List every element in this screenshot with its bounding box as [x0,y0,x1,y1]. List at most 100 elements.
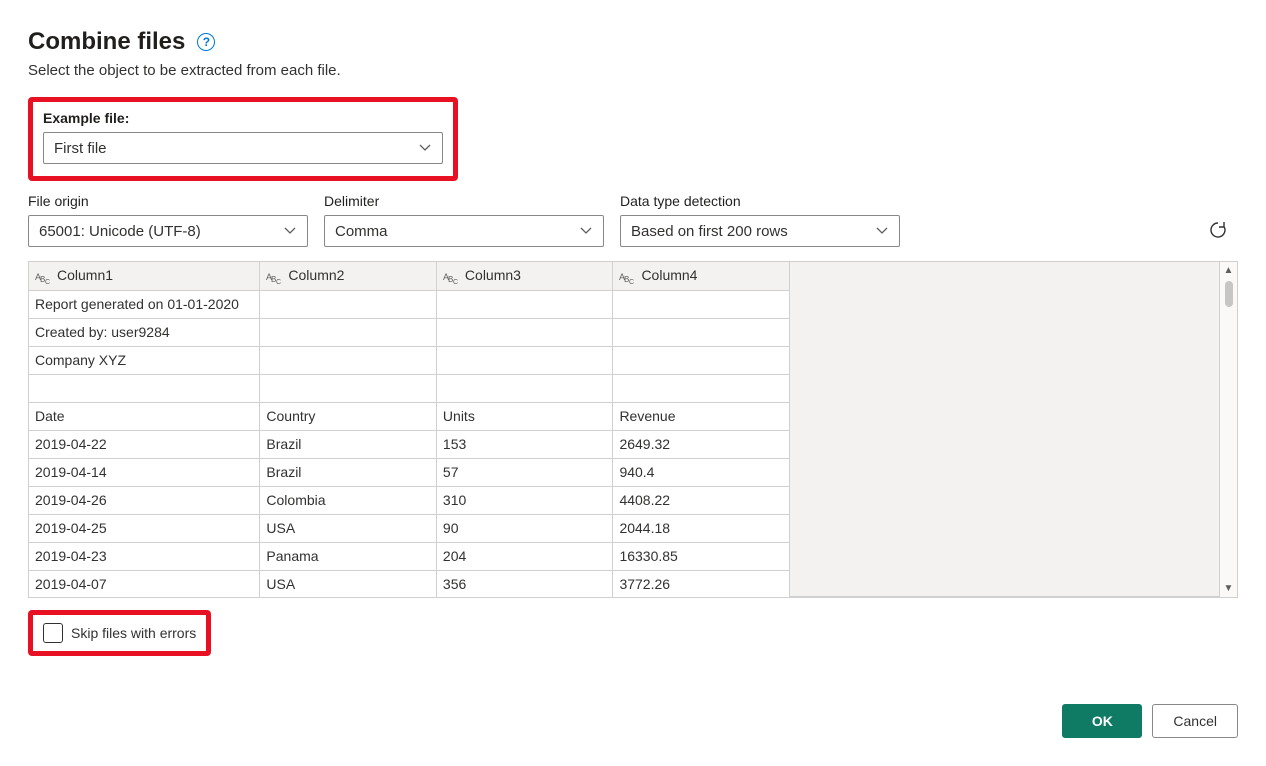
table-cell: 310 [436,486,613,514]
skip-errors-checkbox[interactable] [43,623,63,643]
table-row[interactable]: 2019-04-26Colombia3104408.22 [29,486,790,514]
table-cell: Panama [260,542,437,570]
text-type-icon: ABC [443,268,459,284]
cancel-button[interactable]: Cancel [1152,704,1238,738]
subtitle: Select the object to be extracted from e… [28,62,1238,79]
table-cell: Company XYZ [29,346,260,374]
table-cell: Units [436,402,613,430]
column-header[interactable]: ABC Column4 [613,262,790,290]
vertical-scrollbar[interactable]: ▲ ▼ [1219,262,1237,597]
table-row[interactable]: 2019-04-07USA3563772.26 [29,570,790,597]
table-cell: 356 [436,570,613,597]
table-row[interactable]: 2019-04-23Panama20416330.85 [29,542,790,570]
table-cell: Colombia [260,486,437,514]
table-cell: 940.4 [613,458,790,486]
table-row[interactable]: 2019-04-22Brazil1532649.32 [29,430,790,458]
table-row[interactable]: Created by: user9284 [29,318,790,346]
chevron-down-icon [875,224,889,238]
table-cell: 153 [436,430,613,458]
file-origin-select[interactable]: 65001: Unicode (UTF-8) [28,215,308,247]
page-title: Combine files [28,28,185,56]
table-row[interactable]: DateCountryUnitsRevenue [29,402,790,430]
preview-table: ABC Column1 ABC Column2 ABC Column3 ABC Column4… [29,262,790,597]
refresh-icon[interactable] [1208,220,1228,240]
table-cell: 2044.18 [613,514,790,542]
table-cell [436,290,613,318]
table-row[interactable] [29,374,790,402]
header-filler [790,262,1219,597]
scroll-down-icon[interactable]: ▼ [1224,580,1234,597]
table-cell: 2019-04-14 [29,458,260,486]
table-cell: Date [29,402,260,430]
column-header[interactable]: ABC Column1 [29,262,260,290]
table-cell [613,346,790,374]
datatype-label: Data type detection [620,193,900,209]
skip-errors-highlight: Skip files with errors [28,610,211,656]
table-cell: 2019-04-07 [29,570,260,597]
column-header-label: Column3 [465,267,521,283]
table-cell [29,374,260,402]
preview-table-wrap: ABC Column1 ABC Column2 ABC Column3 ABC Column4… [28,261,1238,598]
table-cell [436,374,613,402]
column-header-label: Column1 [57,267,113,283]
column-header-label: Column2 [288,267,344,283]
example-file-select[interactable]: First file [43,132,443,164]
text-type-icon: ABC [35,268,51,284]
delimiter-value: Comma [335,223,388,240]
table-cell: 2019-04-26 [29,486,260,514]
table-cell: 204 [436,542,613,570]
chevron-down-icon [418,141,432,155]
table-cell: 2649.32 [613,430,790,458]
table-cell [436,318,613,346]
text-type-icon: ABC [266,268,282,284]
table-cell [260,346,437,374]
table-cell: Revenue [613,402,790,430]
svg-text:C: C [629,279,634,284]
example-file-value: First file [54,140,107,157]
table-cell: USA [260,570,437,597]
table-cell: Created by: user9284 [29,318,260,346]
table-cell: 90 [436,514,613,542]
table-row[interactable]: Report generated on 01-01-2020 [29,290,790,318]
table-cell [260,318,437,346]
svg-text:C: C [45,279,50,284]
table-cell: Report generated on 01-01-2020 [29,290,260,318]
table-cell: 57 [436,458,613,486]
table-cell: 2019-04-22 [29,430,260,458]
table-cell: Country [260,402,437,430]
text-type-icon: ABC [619,268,635,284]
example-file-label: Example file: [43,110,443,126]
chevron-down-icon [579,224,593,238]
scroll-thumb[interactable] [1225,281,1233,307]
table-cell: USA [260,514,437,542]
table-row[interactable]: 2019-04-25USA902044.18 [29,514,790,542]
table-cell: Brazil [260,458,437,486]
column-header[interactable]: ABC Column3 [436,262,613,290]
svg-text:C: C [453,279,458,284]
example-file-highlight: Example file: First file [28,97,458,181]
table-cell [260,290,437,318]
column-header-label: Column4 [641,267,697,283]
column-header[interactable]: ABC Column2 [260,262,437,290]
table-cell: Brazil [260,430,437,458]
table-cell [613,318,790,346]
delimiter-select[interactable]: Comma [324,215,604,247]
skip-errors-label: Skip files with errors [71,625,196,641]
help-icon[interactable]: ? [197,33,215,51]
table-row[interactable]: 2019-04-14Brazil57940.4 [29,458,790,486]
table-cell: 4408.22 [613,486,790,514]
table-cell: 16330.85 [613,542,790,570]
delimiter-label: Delimiter [324,193,604,209]
ok-button[interactable]: OK [1062,704,1142,738]
table-cell [260,374,437,402]
file-origin-value: 65001: Unicode (UTF-8) [39,223,201,240]
scroll-up-icon[interactable]: ▲ [1224,262,1234,279]
table-cell: 2019-04-25 [29,514,260,542]
svg-text:C: C [276,279,281,284]
table-cell [436,346,613,374]
datatype-value: Based on first 200 rows [631,223,788,240]
datatype-select[interactable]: Based on first 200 rows [620,215,900,247]
table-cell: 2019-04-23 [29,542,260,570]
table-row[interactable]: Company XYZ [29,346,790,374]
table-cell [613,374,790,402]
